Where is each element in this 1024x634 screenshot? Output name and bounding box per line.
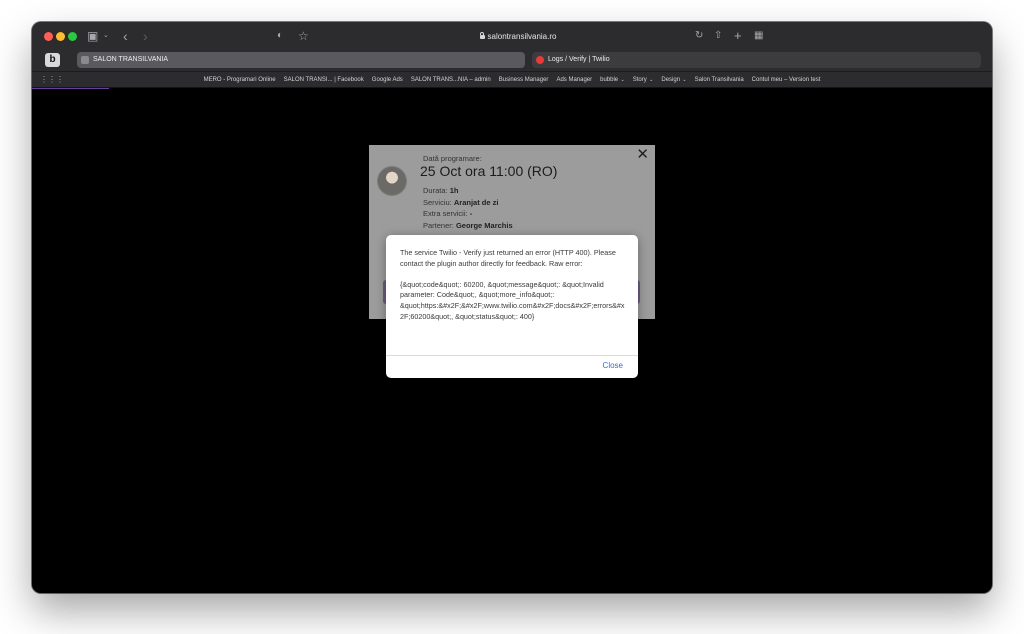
address-bar[interactable]: salontransilvania.ro bbox=[318, 28, 718, 45]
service-value: Aranjat de zi bbox=[453, 198, 499, 207]
duration-row: Durata: 1h bbox=[423, 186, 458, 196]
zoom-window-button[interactable] bbox=[68, 32, 77, 41]
forward-icon[interactable]: › bbox=[143, 28, 148, 44]
twilio-favicon-icon bbox=[536, 56, 544, 64]
partner-value: George Marchis bbox=[455, 221, 513, 230]
bookmark-folder-design[interactable]: Design ⌄ bbox=[661, 77, 686, 83]
error-message: The service Twilio - Verify just returne… bbox=[400, 248, 626, 333]
tab-bar: b SALON TRANSILVANIA Logs / Verify | Twi… bbox=[32, 50, 992, 72]
bookmark-folder-story[interactable]: Story ⌄ bbox=[633, 77, 654, 83]
bookmark-folder-label: bubble bbox=[600, 76, 619, 83]
bubble-extension-button[interactable]: b bbox=[45, 53, 60, 67]
duration-value: 1h bbox=[449, 186, 459, 195]
bookmark-mero[interactable]: MERO - Programari Online bbox=[204, 77, 276, 83]
tab-twilio-logs[interactable]: Logs / Verify | Twilio bbox=[532, 52, 981, 68]
privacy-shield-icon[interactable]: ◐ bbox=[277, 28, 283, 44]
close-window-button[interactable] bbox=[44, 32, 53, 41]
share-icon[interactable]: ⇧ bbox=[714, 28, 722, 44]
reload-icon[interactable]: ↻ bbox=[695, 28, 703, 44]
extra-services-row: Extra servicii: - bbox=[423, 209, 472, 219]
sidebar-chevron-down-icon[interactable]: ⌄ bbox=[103, 28, 109, 44]
extra-services-value: - bbox=[469, 209, 473, 218]
partner-label: Partener: bbox=[423, 221, 454, 230]
page-content: ✕ Dată programare: 25 Oct ora 11:00 (RO)… bbox=[32, 88, 992, 593]
service-row: Serviciu: Aranjat de zi bbox=[423, 198, 498, 208]
minimize-window-button[interactable] bbox=[56, 32, 65, 41]
bookmark-facebook[interactable]: SALON TRANSI... | Facebook bbox=[284, 77, 364, 83]
tab-label: Logs / Verify | Twilio bbox=[548, 56, 610, 63]
error-text: The service Twilio - Verify just returne… bbox=[400, 248, 616, 268]
bookmark-folder-label: Design bbox=[661, 76, 681, 83]
close-icon[interactable]: ✕ bbox=[636, 147, 649, 163]
sidebar-toggle-icon[interactable]: ▣ bbox=[87, 28, 98, 44]
bookmark-ads-manager[interactable]: Ads Manager bbox=[556, 77, 592, 83]
bookmark-folder-label: Story bbox=[632, 76, 647, 83]
back-icon[interactable]: ‹ bbox=[123, 28, 128, 44]
extra-services-label: Extra servicii: bbox=[423, 209, 468, 218]
chevron-down-icon: ⌄ bbox=[619, 76, 625, 83]
duration-label: Durata: bbox=[423, 186, 448, 195]
title-bar: ▣ ⌄ ‹ › ◐ ☆ salontransilvania.ro ↻ ⇧ + ▦ bbox=[32, 22, 992, 51]
tab-favicon-icon bbox=[81, 56, 89, 64]
raw-error-text: {&quot;code&quot;: 60200, &quot;message&… bbox=[400, 279, 625, 321]
bookmarks-bar: ⋮⋮⋮ MERO - Programari Online SALON TRANS… bbox=[32, 72, 992, 88]
lock-icon bbox=[479, 32, 485, 39]
page-load-progress bbox=[32, 88, 109, 89]
booking-date: 25 Oct ora 11:00 (RO) bbox=[420, 163, 558, 179]
bookmark-salon-transilvania[interactable]: Salon Transilvania bbox=[695, 77, 744, 83]
error-dialog: The service Twilio - Verify just returne… bbox=[386, 235, 638, 378]
service-label: Serviciu: bbox=[423, 198, 452, 207]
chevron-down-icon: ⌄ bbox=[647, 76, 654, 83]
bookmark-folder-bubble[interactable]: bubble ⌄ bbox=[600, 77, 625, 83]
chevron-down-icon: ⌄ bbox=[681, 76, 687, 83]
close-button[interactable]: Close bbox=[603, 359, 623, 373]
address-text: salontransilvania.ro bbox=[487, 32, 557, 41]
bookmark-contul-meu[interactable]: Contul meu – Version test bbox=[752, 77, 821, 83]
tab-salon-transilvania[interactable]: SALON TRANSILVANIA bbox=[77, 52, 525, 68]
dialog-divider bbox=[386, 355, 638, 356]
browser-window: ▣ ⌄ ‹ › ◐ ☆ salontransilvania.ro ↻ ⇧ + ▦… bbox=[32, 22, 992, 593]
tab-overview-icon[interactable]: ▦ bbox=[754, 28, 763, 44]
bookmark-star-icon[interactable]: ☆ bbox=[298, 28, 309, 44]
bookmark-business-manager[interactable]: Business Manager bbox=[499, 77, 549, 83]
tab-label: SALON TRANSILVANIA bbox=[93, 56, 169, 63]
bookmark-google-ads[interactable]: Google Ads bbox=[372, 77, 403, 83]
partner-row: Partener: George Marchis bbox=[423, 221, 513, 231]
new-tab-icon[interactable]: + bbox=[734, 28, 742, 44]
avatar bbox=[377, 166, 407, 196]
bookmark-admin[interactable]: SALON TRANS...NIA – admin bbox=[411, 77, 491, 83]
